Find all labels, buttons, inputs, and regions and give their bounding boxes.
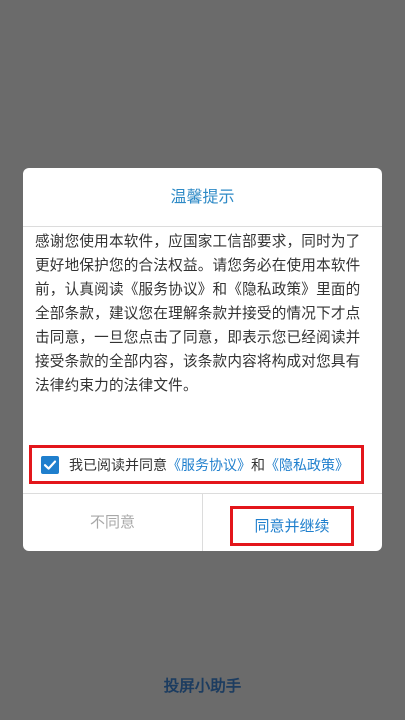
dialog-body-text: 感谢您使用本软件，应国家工信部要求，同时为了更好地保护您的合法权益。请您务必在使… (35, 233, 361, 394)
agree-continue-button[interactable]: 同意并继续 (230, 506, 354, 546)
consent-conjunction: 和 (251, 457, 265, 474)
consent-text: 我已阅读并同意《服务协议》和《隐私政策》 (69, 455, 349, 475)
consent-row[interactable]: 我已阅读并同意《服务协议》和《隐私政策》 (29, 445, 364, 484)
dialog-title: 温馨提示 (170, 187, 235, 206)
app-name: 投屏小助手 (163, 677, 242, 695)
disagree-button[interactable]: 不同意 (23, 494, 202, 551)
checkmark-icon (43, 460, 57, 470)
service-agreement-link[interactable]: 《服务协议》 (167, 458, 251, 474)
consent-prefix: 我已阅读并同意 (69, 457, 167, 474)
privacy-dialog: 温馨提示 感谢您使用本软件，应国家工信部要求，同时为了更好地保护您的合法权益。请… (23, 168, 382, 551)
title-divider (23, 226, 382, 227)
consent-checkbox[interactable] (41, 455, 59, 474)
footer-vertical-divider (202, 493, 203, 551)
privacy-policy-link[interactable]: 《隐私政策》 (265, 458, 349, 474)
